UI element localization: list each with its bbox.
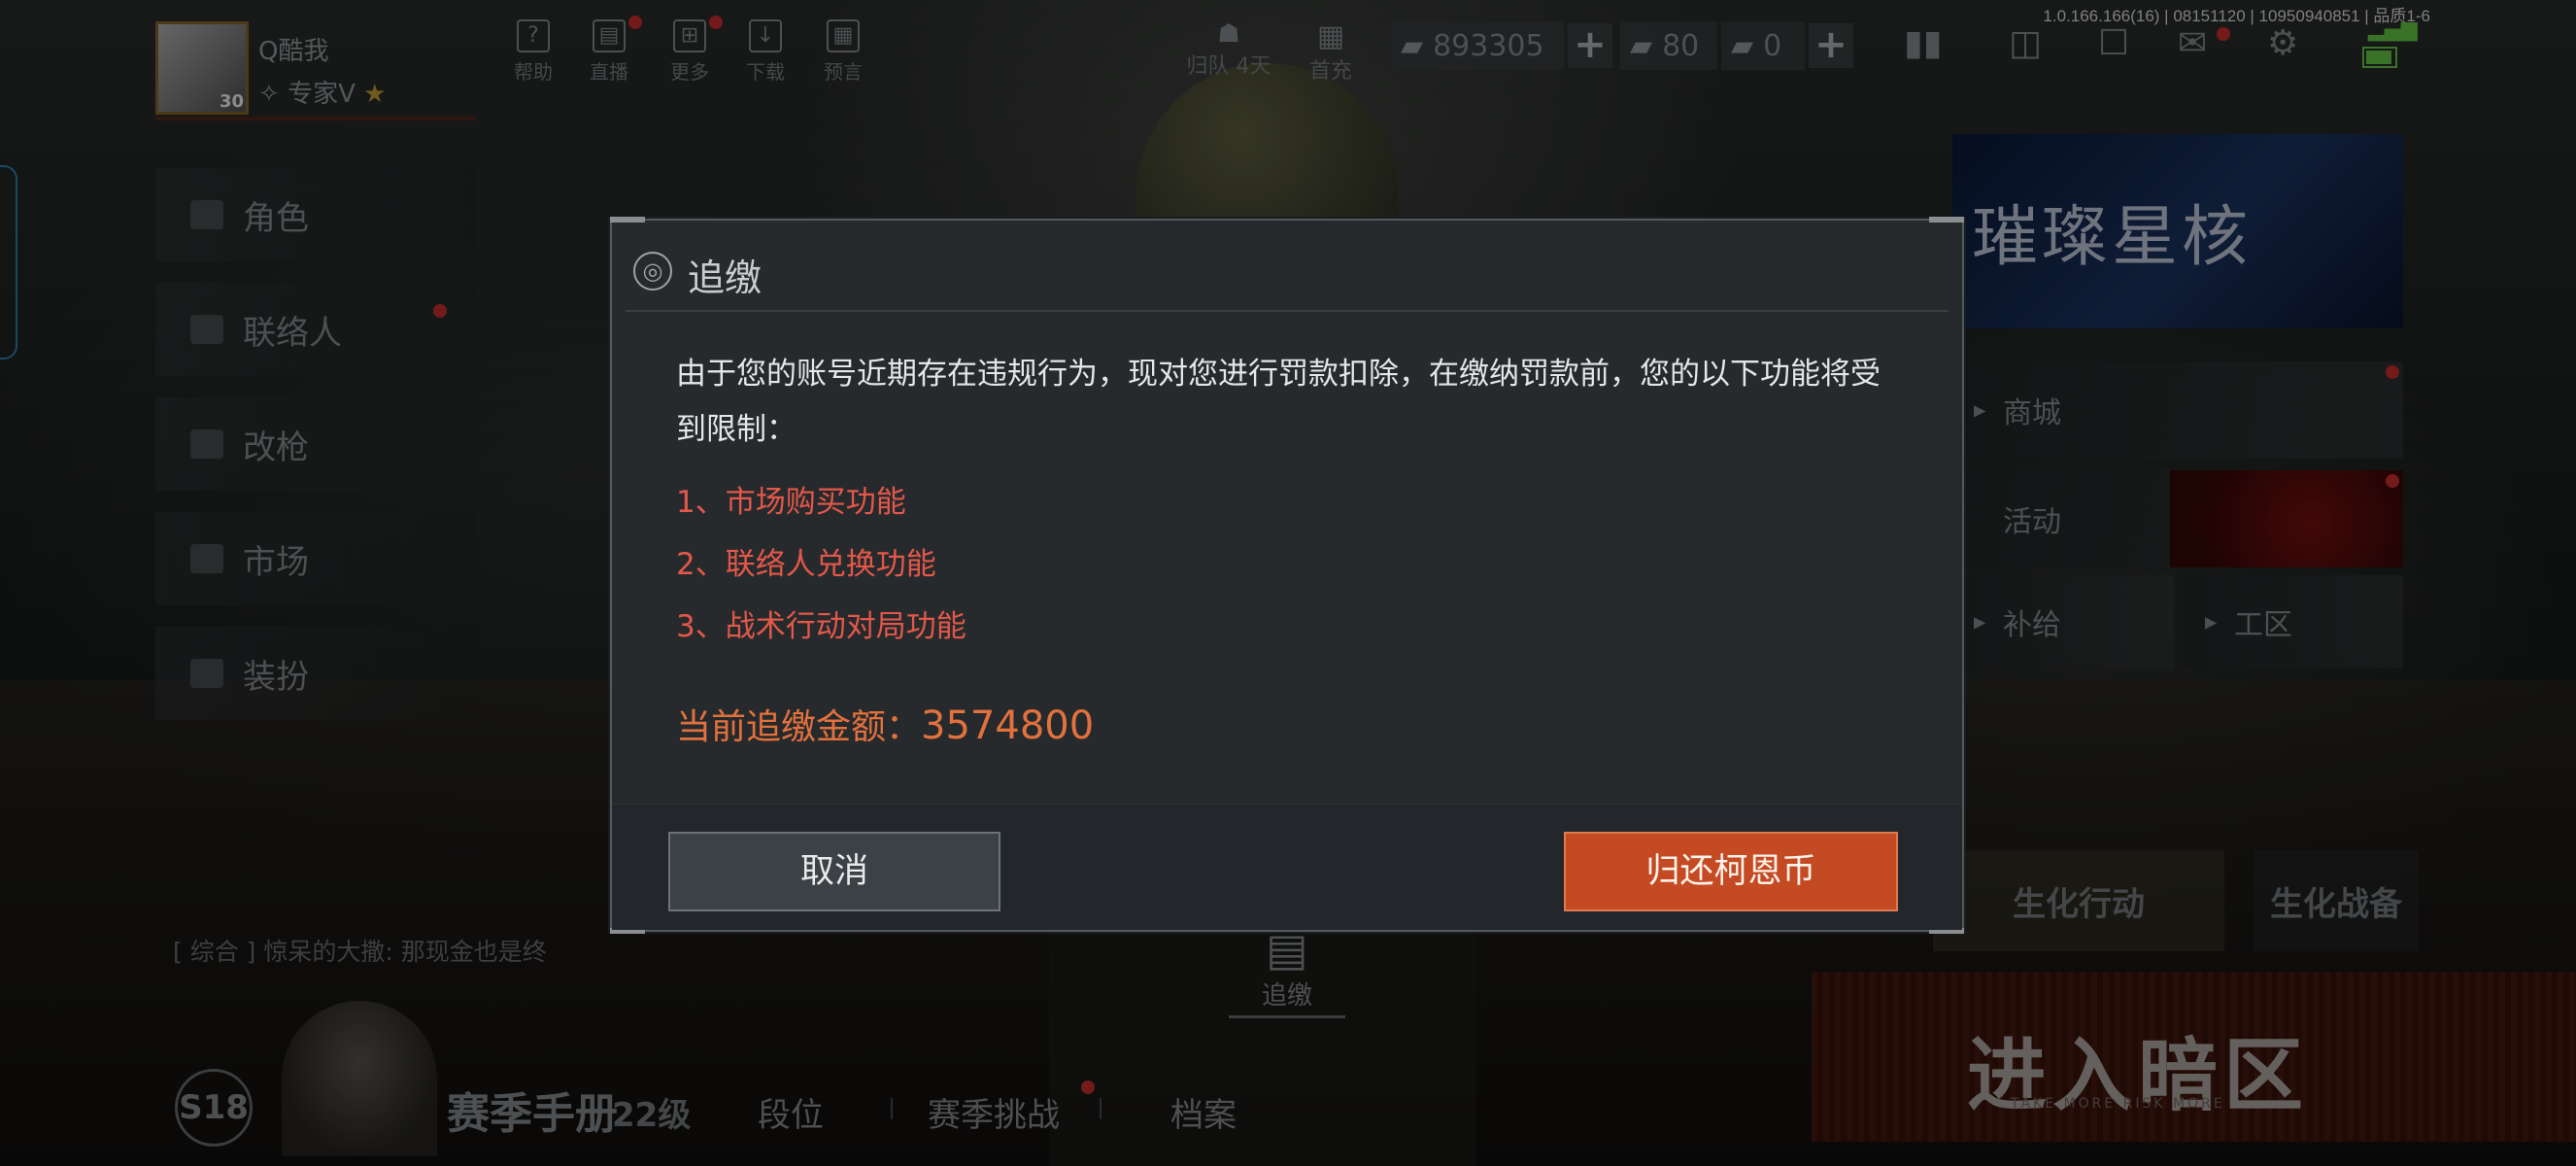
penalty-amount: 当前追缴金额：3574800 — [676, 699, 1904, 749]
return-coins-button[interactable]: 归还柯恩币 — [1564, 832, 1898, 911]
dialog-header: ◎ 追缴 — [626, 232, 1949, 312]
corner-accent — [610, 217, 645, 223]
dialog-title: 追缴 — [688, 257, 763, 299]
restriction-list: 1、市场购买功能 2、联络人兑换功能 3、战术行动对局功能 — [676, 471, 1904, 658]
dialog-footer: 取消 归还柯恩币 — [612, 804, 1962, 930]
dialog-body: 由于您的账号近期存在违规行为，现对您进行罚款扣除，在缴纳罚款前，您的以下功能将受… — [676, 347, 1904, 749]
dialog-message: 由于您的账号近期存在违规行为，现对您进行罚款扣除，在缴纳罚款前，您的以下功能将受… — [676, 357, 1881, 447]
restriction-item: 3、战术行动对局功能 — [676, 609, 966, 644]
penalty-dialog: ◎ 追缴 由于您的账号近期存在违规行为，现对您进行罚款扣除，在缴纳罚款前，您的以… — [610, 217, 1964, 934]
corner-accent — [1929, 217, 1964, 223]
globe-icon: ◎ — [633, 252, 672, 291]
amount-value: 3574800 — [921, 703, 1095, 748]
amount-label: 当前追缴金额： — [676, 707, 922, 747]
cancel-button[interactable]: 取消 — [668, 832, 1000, 911]
restriction-item: 2、联络人兑换功能 — [676, 547, 936, 582]
restriction-item: 1、市场购买功能 — [676, 485, 906, 520]
